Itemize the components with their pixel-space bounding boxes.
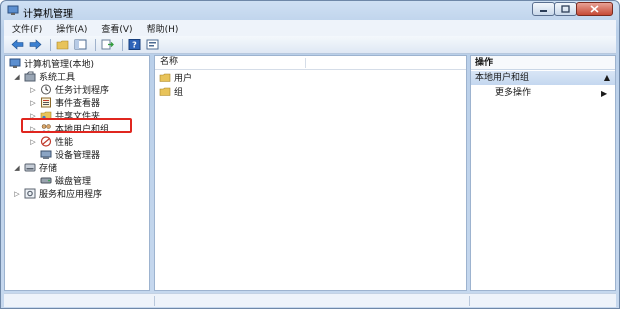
folder-icon (159, 86, 171, 97)
actions-section-label: 本地用户和组 (475, 73, 530, 83)
list-item-label: 组 (174, 88, 184, 98)
collapsed-arrow-icon[interactable]: ▷ (29, 99, 37, 107)
close-icon (590, 5, 599, 13)
collapsed-arrow-icon[interactable]: ▷ (29, 86, 37, 94)
tree-label: 事件查看器 (55, 99, 101, 109)
collapsed-arrow-icon[interactable]: ▷ (13, 190, 21, 198)
expanded-arrow-icon[interactable]: ◢ (13, 73, 21, 81)
tree-label: 磁盘管理 (55, 177, 92, 187)
maximize-button[interactable] (554, 2, 577, 16)
toolbar: ? (4, 36, 616, 54)
minimize-button[interactable] (532, 2, 555, 16)
folder-up-icon[interactable] (55, 38, 70, 52)
window-title: 计算机管理 (23, 9, 73, 20)
tree-label: 存储 (39, 164, 58, 174)
computer-management-icon (9, 58, 21, 69)
export-list-icon[interactable] (100, 38, 115, 52)
collapse-up-icon[interactable]: ▲ (604, 71, 610, 85)
tree-item-event-viewer[interactable]: ▷ 事件查看器 (29, 96, 100, 109)
tree-item-disk-management[interactable]: 磁盘管理 (40, 174, 91, 187)
actions-title: 操作 (471, 56, 615, 70)
tree-label: 任务计划程序 (55, 86, 110, 96)
menu-view[interactable]: 查看(V) (101, 22, 132, 35)
menu-action[interactable]: 操作(A) (56, 22, 87, 35)
clock-icon (40, 84, 52, 95)
tree-item-system-tools[interactable]: ◢ 系统工具 (13, 70, 75, 83)
back-arrow-icon[interactable] (10, 38, 25, 52)
status-divider (469, 296, 470, 306)
computer-management-icon (7, 5, 19, 16)
services-icon (24, 188, 36, 199)
svg-text:?: ? (132, 41, 137, 50)
properties-icon[interactable] (145, 38, 160, 52)
expanded-arrow-icon[interactable]: ◢ (13, 164, 21, 172)
disk-icon (40, 175, 52, 186)
tree-label: 设备管理器 (55, 151, 101, 161)
column-header-name[interactable]: 名称 (155, 56, 466, 70)
column-divider[interactable] (305, 58, 306, 68)
performance-icon (40, 136, 52, 147)
minimize-icon (540, 10, 547, 12)
tree-label: 系统工具 (39, 73, 76, 83)
show-hide-tree-icon[interactable] (73, 38, 88, 52)
tree-item-root[interactable]: 计算机管理(本地) (9, 57, 94, 70)
event-viewer-icon (40, 97, 52, 108)
tree-item-services-apps[interactable]: ▷ 服务和应用程序 (13, 187, 102, 200)
toolbar-separator (122, 38, 123, 51)
submenu-arrow-icon[interactable]: ▶ (601, 87, 607, 100)
tree-label: 服务和应用程序 (39, 190, 103, 200)
results-pane: 名称 用户 组 (154, 55, 467, 291)
list-item-users[interactable]: 用户 (159, 71, 192, 84)
actions-section-header[interactable]: 本地用户和组 ▲ (471, 71, 615, 85)
menu-file[interactable]: 文件(F) (12, 22, 42, 35)
maximize-icon (561, 5, 570, 13)
close-button[interactable] (576, 2, 613, 16)
collapsed-arrow-icon[interactable]: ▷ (29, 138, 37, 146)
list-item-label: 用户 (174, 74, 193, 84)
highlight-annotation (21, 118, 132, 133)
device-manager-icon (40, 149, 52, 160)
list-item-groups[interactable]: 组 (159, 85, 183, 98)
status-divider (154, 296, 155, 306)
menu-help[interactable]: 帮助(H) (147, 22, 179, 35)
menu-bar: 文件(F) 操作(A) 查看(V) 帮助(H) (4, 20, 616, 36)
folder-icon (159, 72, 171, 83)
storage-icon (24, 162, 36, 173)
toolbar-separator (50, 38, 51, 51)
tree-item-performance[interactable]: ▷ 性能 (29, 135, 73, 148)
more-actions-link[interactable]: 更多操作 (495, 87, 531, 100)
title-bar[interactable]: 计算机管理 (1, 1, 619, 21)
forward-arrow-icon[interactable] (28, 38, 43, 52)
tree-label: 计算机管理(本地) (24, 60, 95, 70)
column-header-label: 名称 (160, 57, 179, 67)
tree-item-task-scheduler[interactable]: ▷ 任务计划程序 (29, 83, 109, 96)
status-bar (4, 293, 616, 307)
toolbar-separator (95, 38, 96, 51)
console-tree-pane: 计算机管理(本地) ◢ 系统工具 ▷ 任务计划程序 ▷ 事件查看器 ▷ 共享文件… (4, 55, 150, 291)
help-icon[interactable]: ? (127, 38, 142, 52)
tree-item-storage[interactable]: ◢ 存储 (13, 161, 57, 174)
tree-item-device-manager[interactable]: 设备管理器 (40, 148, 100, 161)
tree-label: 性能 (55, 138, 74, 148)
system-tools-icon (24, 71, 36, 82)
computer-management-window: 计算机管理 文件(F) 操作(A) 查看(V) 帮助(H) ? 计算机管理(本地… (0, 0, 620, 309)
actions-pane: 操作 本地用户和组 ▲ 更多操作 ▶ (470, 55, 616, 291)
